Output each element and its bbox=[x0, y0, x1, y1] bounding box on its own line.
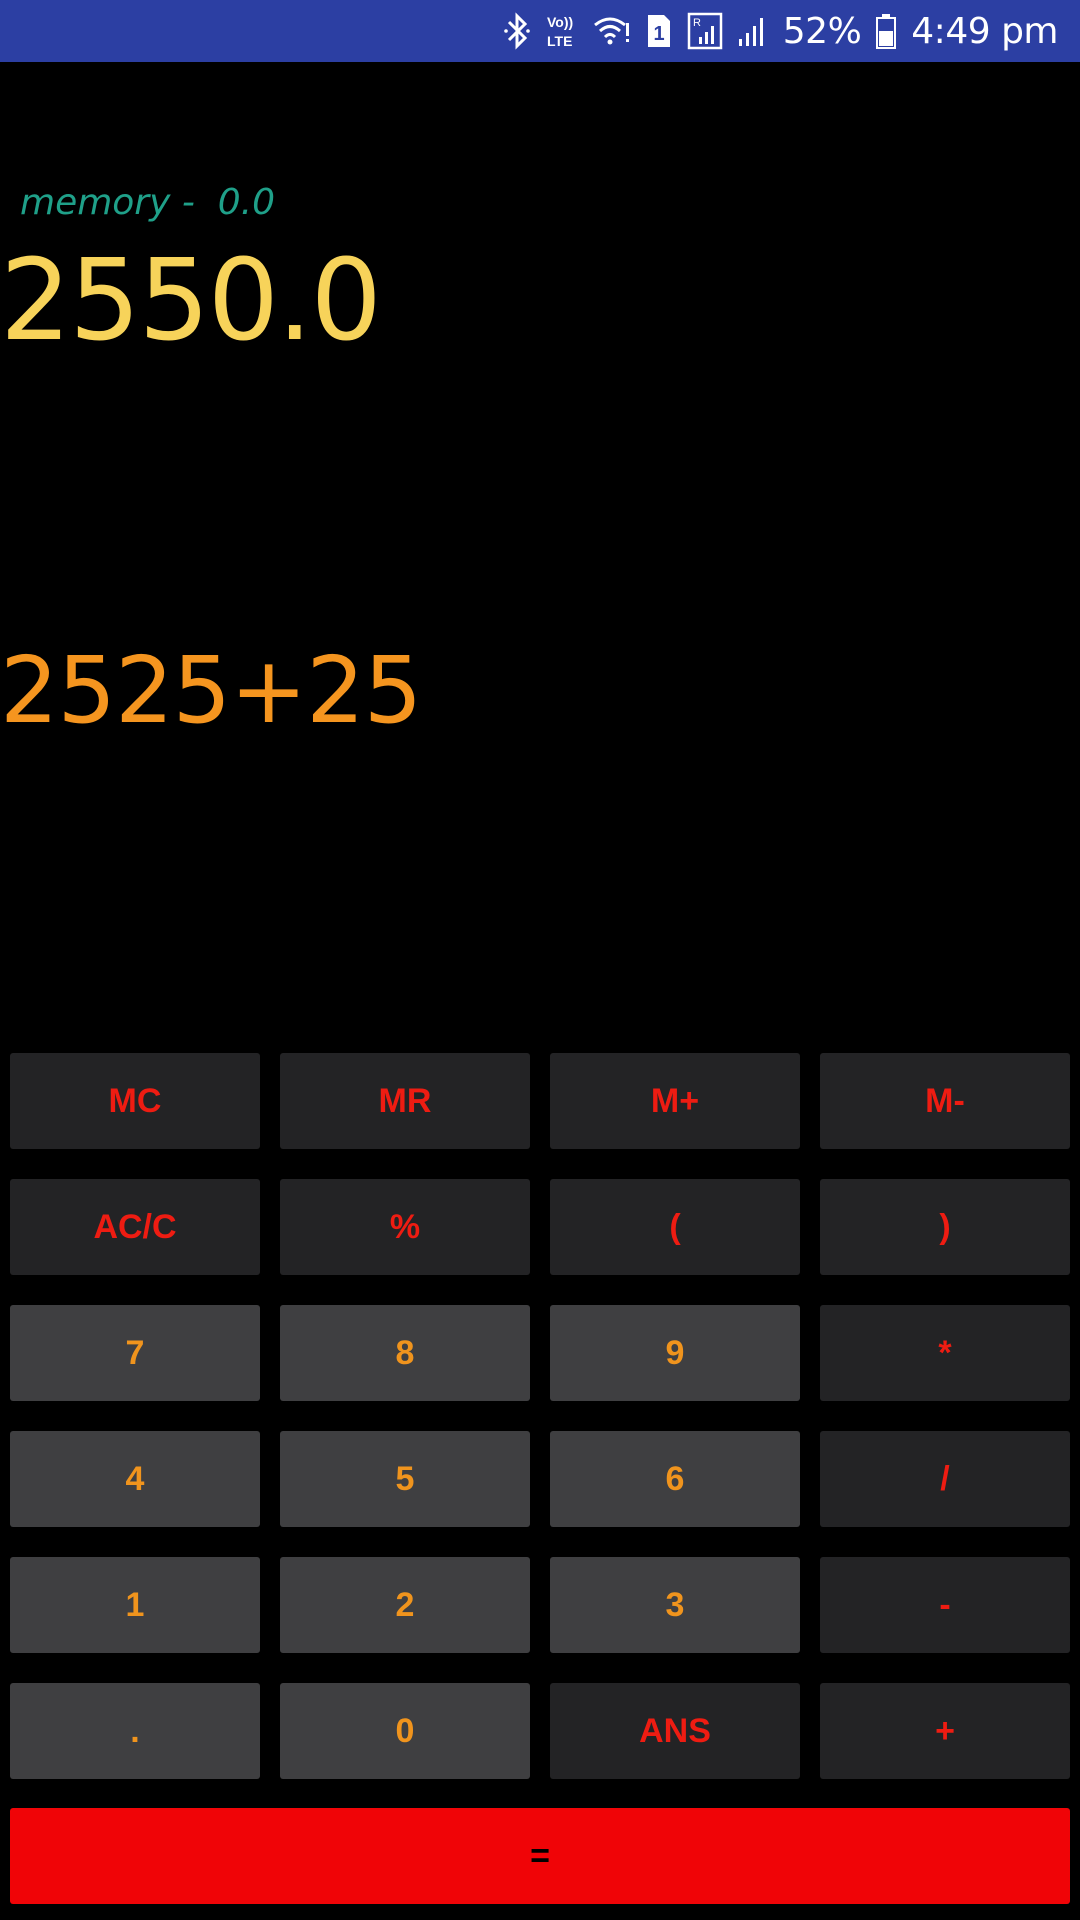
memory-add-button[interactable]: M+ bbox=[550, 1053, 800, 1149]
expression-display[interactable]: 2525+25 bbox=[0, 640, 422, 741]
clock: 4:49 pm bbox=[911, 10, 1058, 52]
battery-icon bbox=[875, 10, 897, 52]
signal-icon bbox=[737, 10, 769, 52]
sim-icon: 1 bbox=[645, 10, 673, 52]
result-display: 2550.0 bbox=[0, 236, 382, 366]
digit-9-button[interactable]: 9 bbox=[550, 1305, 800, 1401]
roaming-label: R bbox=[693, 17, 701, 29]
plus-button[interactable]: + bbox=[820, 1683, 1070, 1779]
digit-2-button[interactable]: 2 bbox=[280, 1557, 530, 1653]
digit-1-button[interactable]: 1 bbox=[10, 1557, 260, 1653]
digit-0-button[interactable]: 0 bbox=[280, 1683, 530, 1779]
digit-6-button[interactable]: 6 bbox=[550, 1431, 800, 1527]
memory-recall-button[interactable]: MR bbox=[280, 1053, 530, 1149]
close-paren-button[interactable]: ) bbox=[820, 1179, 1070, 1275]
digit-7-button[interactable]: 7 bbox=[10, 1305, 260, 1401]
digit-4-button[interactable]: 4 bbox=[10, 1431, 260, 1527]
decimal-button[interactable]: . bbox=[10, 1683, 260, 1779]
digit-5-button[interactable]: 5 bbox=[280, 1431, 530, 1527]
equals-button[interactable]: = bbox=[10, 1808, 1070, 1904]
bluetooth-icon bbox=[503, 10, 531, 52]
volte-label-bottom: LTE bbox=[547, 33, 572, 49]
battery-percent: 52% bbox=[782, 10, 862, 52]
answer-button[interactable]: ANS bbox=[550, 1683, 800, 1779]
roaming-signal-icon: R bbox=[687, 10, 723, 52]
volte-icon: Vo)) LTE bbox=[545, 10, 579, 52]
multiply-button[interactable]: * bbox=[820, 1305, 1070, 1401]
memory-clear-button[interactable]: MC bbox=[10, 1053, 260, 1149]
sim-slot-number: 1 bbox=[653, 23, 664, 45]
volte-label-top: Vo)) bbox=[547, 14, 573, 30]
memory-value: memory - 0.0 bbox=[20, 182, 275, 223]
status-bar: Vo)) LTE 1 R 52% 4:49 pm bbox=[0, 0, 1080, 62]
open-paren-button[interactable]: ( bbox=[550, 1179, 800, 1275]
minus-button[interactable]: - bbox=[820, 1557, 1070, 1653]
percent-button[interactable]: % bbox=[280, 1179, 530, 1275]
clear-button[interactable]: AC/C bbox=[10, 1179, 260, 1275]
wifi-icon bbox=[593, 10, 631, 52]
divide-button[interactable]: / bbox=[820, 1431, 1070, 1527]
digit-3-button[interactable]: 3 bbox=[550, 1557, 800, 1653]
memory-subtract-button[interactable]: M- bbox=[820, 1053, 1070, 1149]
digit-8-button[interactable]: 8 bbox=[280, 1305, 530, 1401]
